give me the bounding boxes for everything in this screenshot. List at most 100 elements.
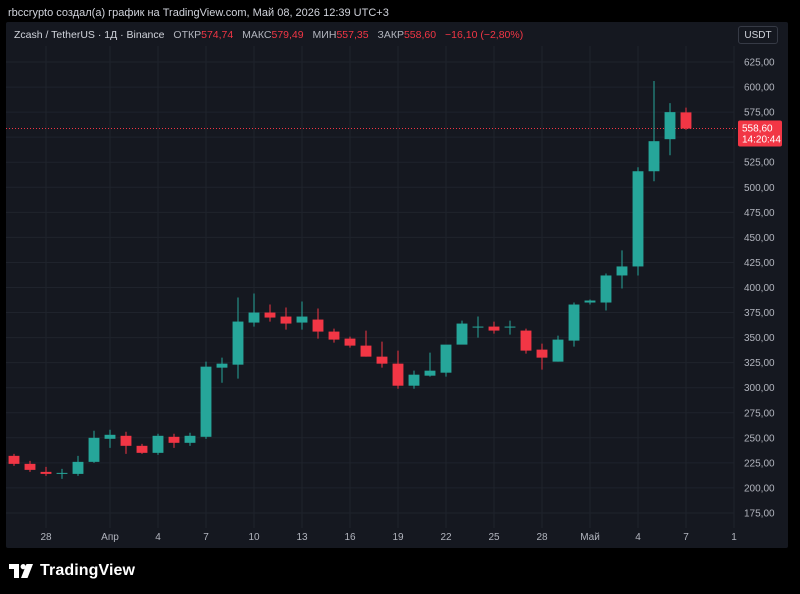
candle-body <box>184 435 196 443</box>
candle-body <box>216 363 228 368</box>
candle[interactable] <box>232 297 244 379</box>
candle[interactable] <box>456 320 468 345</box>
candle[interactable] <box>296 301 308 330</box>
candle-body <box>648 141 660 172</box>
candle-body <box>72 461 84 474</box>
candle-body <box>296 316 308 323</box>
open-label: ОТКР <box>173 29 202 41</box>
candle-body <box>664 112 676 140</box>
candle[interactable] <box>680 107 692 130</box>
x-tick-label: 28 <box>536 532 548 543</box>
candle-body <box>456 323 468 345</box>
candle[interactable] <box>344 336 356 348</box>
low-value: 557,35 <box>336 29 369 41</box>
candle-body <box>568 304 580 341</box>
candle-body <box>344 338 356 346</box>
candle[interactable] <box>568 302 580 347</box>
candle[interactable] <box>600 273 612 311</box>
price-tag-layer: 558,6014:20:44 <box>738 120 782 147</box>
x-tick-label: 13 <box>296 532 308 543</box>
candle[interactable] <box>216 357 228 383</box>
y-tick-label: 575,00 <box>744 108 775 119</box>
candle[interactable] <box>664 103 676 156</box>
candle-body <box>312 319 324 332</box>
x-tick-label: 16 <box>344 532 356 543</box>
candle[interactable] <box>472 316 484 338</box>
y-tick-label: 450,00 <box>744 233 775 244</box>
chart-grid <box>6 46 735 528</box>
candle[interactable] <box>552 335 564 362</box>
open-value: 574,74 <box>201 29 234 41</box>
candle[interactable] <box>264 304 276 322</box>
candlestick-chart[interactable]: 175,00 200,00 225,00 250,00 275,00 300,00 325,… <box>6 22 788 548</box>
x-tick-label: Апр <box>101 532 119 543</box>
candle-body <box>504 326 516 328</box>
candle-body <box>328 331 340 340</box>
candle[interactable] <box>616 250 628 289</box>
candle-body <box>424 370 436 376</box>
y-tick-label: 200,00 <box>744 483 775 494</box>
candle[interactable] <box>168 433 180 448</box>
candle[interactable] <box>632 167 644 276</box>
symbol-legend[interactable]: Zcash / TetherUS · 1Д · Binance ОТКР574,… <box>14 27 523 43</box>
candle[interactable] <box>56 468 68 479</box>
candle-body <box>360 345 372 357</box>
candle-body <box>24 463 36 470</box>
candle-body <box>520 330 532 351</box>
candle[interactable] <box>536 343 548 370</box>
tradingview-logo[interactable]: TradingView <box>8 560 135 582</box>
candle[interactable] <box>424 352 436 377</box>
candle[interactable] <box>440 344 452 377</box>
currency-selector[interactable]: USDT <box>738 26 778 44</box>
candle-body <box>632 171 644 267</box>
y-tick-label: 275,00 <box>744 408 775 419</box>
chart-caption: rbccrypto создал(а) график на TradingVie… <box>8 7 389 19</box>
last-price-value: 558,60 <box>742 124 773 135</box>
candle-body <box>584 300 596 303</box>
candle[interactable] <box>488 321 500 334</box>
candle[interactable] <box>648 81 660 182</box>
candle[interactable] <box>248 293 260 327</box>
candle[interactable] <box>392 350 404 389</box>
candle[interactable] <box>312 308 324 339</box>
candle-body <box>264 312 276 318</box>
candle[interactable] <box>184 432 196 446</box>
candle[interactable] <box>72 455 84 476</box>
chart-panel[interactable]: 175,00 200,00 225,00 250,00 275,00 300,00 325,… <box>6 22 788 548</box>
candle-body <box>552 339 564 362</box>
candle[interactable] <box>360 330 372 357</box>
x-tick-label: 22 <box>440 532 452 543</box>
y-tick-label: 250,00 <box>744 433 775 444</box>
candle[interactable] <box>376 341 388 368</box>
candle[interactable] <box>504 320 516 335</box>
candle[interactable] <box>40 466 52 476</box>
candle[interactable] <box>408 370 420 389</box>
symbol-name[interactable]: Zcash / TetherUS · 1Д · Binance <box>14 29 164 41</box>
close-value: 558,60 <box>403 29 437 41</box>
candle[interactable] <box>88 430 100 463</box>
candle[interactable] <box>104 429 116 448</box>
candle-body <box>88 437 100 462</box>
candle[interactable] <box>584 299 596 305</box>
candle[interactable] <box>8 453 20 466</box>
change-value: −16,10 (−2,80%) <box>445 29 524 41</box>
x-tick-label: 10 <box>248 532 260 543</box>
high-label: МАКС <box>242 29 272 41</box>
candle-body <box>200 366 212 437</box>
y-tick-label: 375,00 <box>744 308 775 319</box>
candle[interactable] <box>120 431 132 454</box>
candle[interactable] <box>136 443 148 454</box>
tradingview-logo-icon <box>9 564 33 578</box>
candle-body <box>488 326 500 331</box>
candle-body <box>8 455 20 464</box>
candle-body <box>600 275 612 303</box>
candle-body <box>232 321 244 365</box>
candle[interactable] <box>328 328 340 343</box>
candle[interactable] <box>152 433 164 455</box>
candle[interactable] <box>280 307 292 330</box>
candle[interactable] <box>520 328 532 354</box>
candle-body <box>168 436 180 443</box>
candle[interactable] <box>200 361 212 439</box>
candle-body <box>472 326 484 328</box>
x-tick-label: 4 <box>635 532 641 543</box>
